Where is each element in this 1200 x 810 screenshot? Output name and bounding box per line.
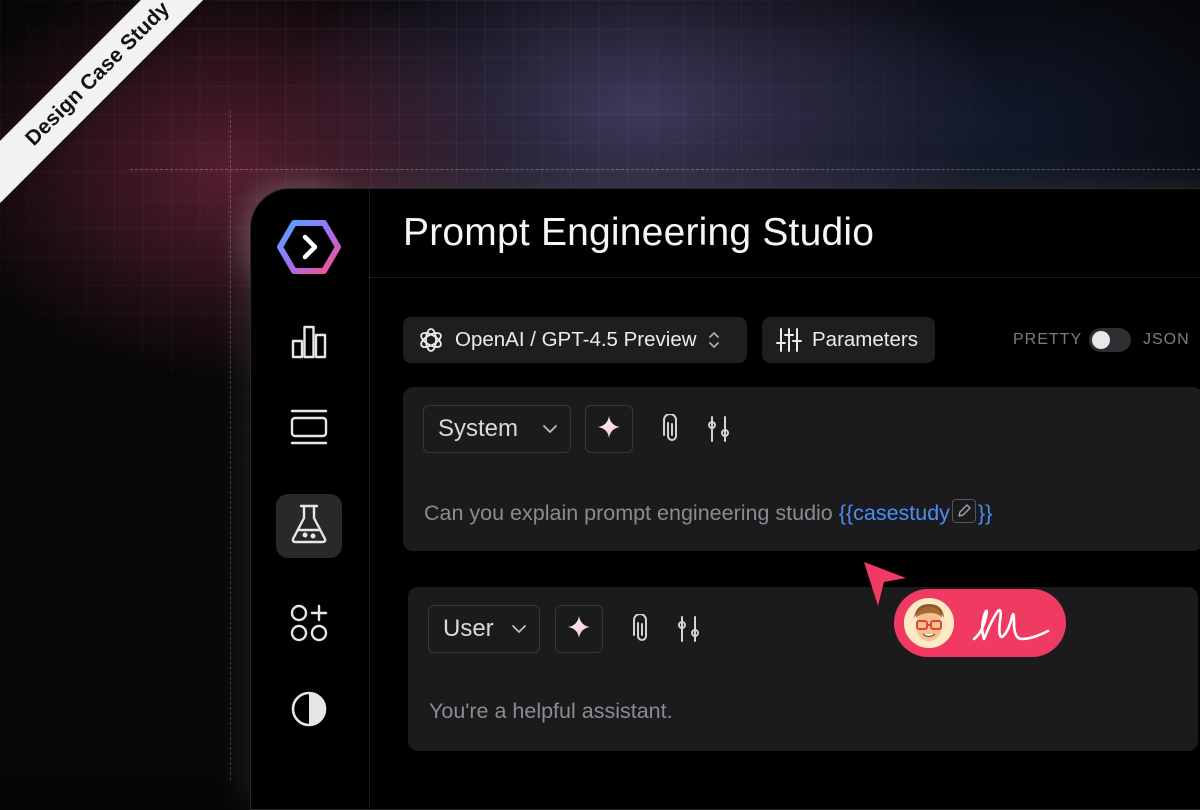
role-select-user[interactable]: User — [428, 605, 540, 653]
role-select-system[interactable]: System — [423, 405, 571, 453]
model-selector[interactable]: OpenAI / GPT-4.5 Preview — [403, 317, 747, 363]
role-label: User — [443, 615, 494, 642]
logo-hexagon-icon[interactable] — [276, 217, 342, 277]
sidebar-item-lab[interactable] — [276, 494, 342, 558]
toggle-knob — [1092, 331, 1110, 349]
parameters-button[interactable]: Parameters — [762, 317, 935, 363]
enhance-button[interactable] — [555, 605, 603, 653]
sliders-icon — [776, 327, 802, 353]
message-card-user: User You're a helpful assistant. — [408, 587, 1198, 751]
variables-icon[interactable] — [706, 414, 732, 444]
message-text-system[interactable]: Can you explain prompt engineering studi… — [424, 499, 992, 526]
role-label: System — [438, 415, 519, 442]
pretty-label: PRETTY — [1013, 331, 1083, 348]
chevron-updown-icon — [707, 329, 721, 351]
message-text: Can you explain prompt engineering studi… — [424, 501, 833, 525]
template-variable[interactable]: {{casestudy}} — [838, 499, 993, 525]
sidebar-item-layouts[interactable] — [276, 397, 342, 461]
attachment-icon[interactable] — [661, 414, 683, 444]
sidebar-item-theme[interactable] — [276, 679, 342, 743]
json-label: JSON — [1143, 331, 1190, 348]
contrast-icon — [289, 689, 329, 734]
page-title: Prompt Engineering Studio — [403, 211, 875, 254]
sparkle-icon — [597, 415, 621, 444]
add-shapes-icon — [289, 603, 329, 648]
variables-icon[interactable] — [676, 614, 702, 644]
signature-icon — [970, 603, 1054, 650]
avatar — [904, 598, 954, 648]
openai-icon — [417, 326, 445, 354]
variable-open: {{casestudy — [838, 501, 950, 525]
bar-chart-icon — [289, 321, 329, 366]
message-card-system: System Can you explain prompt engineerin… — [403, 387, 1200, 551]
layout-list-icon — [289, 407, 329, 452]
enhance-button[interactable] — [585, 405, 633, 453]
sparkle-icon — [567, 615, 591, 644]
sidebar-item-analytics[interactable] — [276, 311, 342, 375]
app-window: Prompt Engineering Studio OpenAI / GPT-4… — [250, 188, 1200, 810]
flask-icon — [289, 503, 329, 550]
parameters-label: Parameters — [812, 328, 918, 351]
sidebar-item-integrations[interactable] — [276, 593, 342, 657]
attachment-icon[interactable] — [631, 614, 653, 644]
edit-icon[interactable] — [951, 499, 976, 523]
collaborator-badge — [894, 589, 1066, 657]
title-bar: Prompt Engineering Studio — [369, 189, 1200, 278]
format-toggle[interactable] — [1089, 328, 1131, 352]
sidebar — [251, 189, 370, 809]
message-text-user[interactable]: You're a helpful assistant. — [429, 699, 673, 724]
chevron-down-icon — [511, 624, 527, 634]
chevron-down-icon — [542, 424, 558, 434]
variable-close: }} — [977, 501, 993, 525]
model-selector-label: OpenAI / GPT-4.5 Preview — [455, 328, 697, 351]
